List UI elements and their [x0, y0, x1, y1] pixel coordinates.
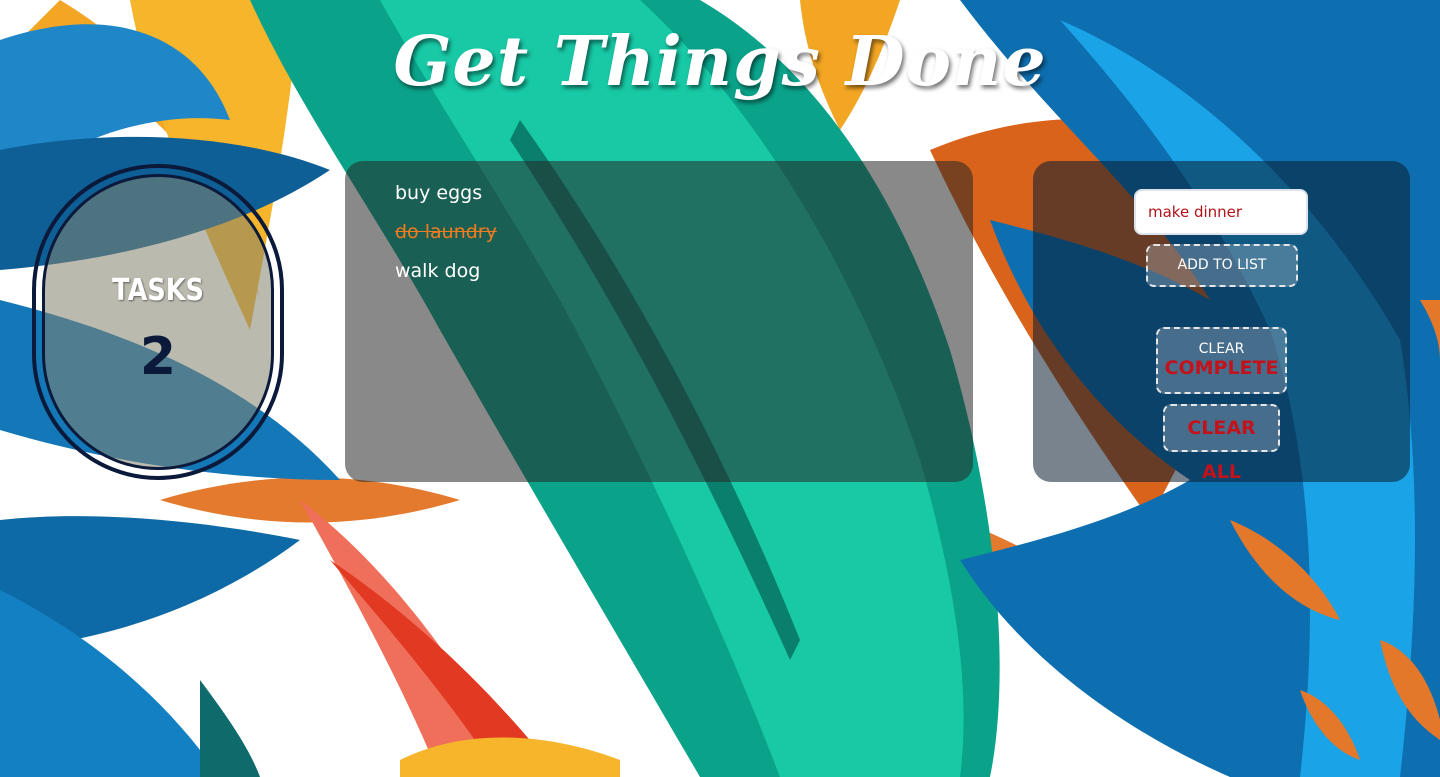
task-counter: TASKS 2 — [32, 164, 284, 480]
task-item[interactable]: buy eggs — [395, 179, 497, 218]
clear-all-button[interactable]: CLEAR ALL — [1163, 404, 1280, 483]
task-counter-badge: TASKS 2 — [42, 174, 274, 470]
task-counter-value: 2 — [139, 327, 177, 387]
clear-complete-label-top: CLEAR — [1198, 341, 1245, 357]
page-title: Get Things Done — [393, 22, 1047, 102]
task-list-panel: buy eggs do laundry walk dog — [345, 161, 973, 482]
clear-complete-label-bottom: COMPLETE — [1164, 357, 1279, 379]
new-task-input[interactable] — [1134, 189, 1308, 235]
task-item-completed[interactable]: do laundry — [395, 218, 497, 257]
task-item[interactable]: walk dog — [395, 257, 497, 296]
add-to-list-button[interactable]: ADD TO LIST — [1146, 244, 1298, 287]
control-panel: ADD TO LIST CLEAR COMPLETE CLEAR ALL — [1033, 161, 1410, 483]
clear-complete-button[interactable]: CLEAR COMPLETE — [1156, 327, 1287, 394]
task-counter-label: TASKS — [112, 273, 204, 308]
task-list: buy eggs do laundry walk dog — [395, 179, 497, 296]
